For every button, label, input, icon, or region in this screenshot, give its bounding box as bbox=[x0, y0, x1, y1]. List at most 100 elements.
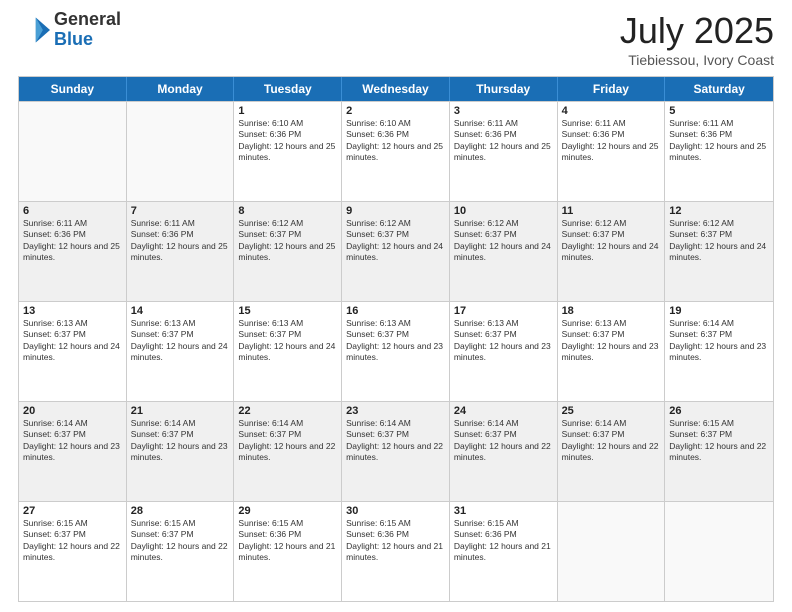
day-cell-4: 4Sunrise: 6:11 AM Sunset: 6:36 PM Daylig… bbox=[558, 102, 666, 201]
day-cell-3: 3Sunrise: 6:11 AM Sunset: 6:36 PM Daylig… bbox=[450, 102, 558, 201]
calendar: SundayMondayTuesdayWednesdayThursdayFrid… bbox=[18, 76, 774, 602]
day-info: Sunrise: 6:11 AM Sunset: 6:36 PM Dayligh… bbox=[131, 218, 230, 264]
logo-general: General bbox=[54, 10, 121, 30]
day-number: 27 bbox=[23, 505, 122, 517]
empty-day-cell bbox=[19, 102, 127, 201]
day-info: Sunrise: 6:12 AM Sunset: 6:37 PM Dayligh… bbox=[562, 218, 661, 264]
day-info: Sunrise: 6:12 AM Sunset: 6:37 PM Dayligh… bbox=[346, 218, 445, 264]
day-info: Sunrise: 6:15 AM Sunset: 6:37 PM Dayligh… bbox=[669, 418, 769, 464]
logo-blue: Blue bbox=[54, 30, 121, 50]
day-cell-28: 28Sunrise: 6:15 AM Sunset: 6:37 PM Dayli… bbox=[127, 502, 235, 601]
day-info: Sunrise: 6:15 AM Sunset: 6:36 PM Dayligh… bbox=[238, 518, 337, 564]
day-info: Sunrise: 6:13 AM Sunset: 6:37 PM Dayligh… bbox=[562, 318, 661, 364]
day-cell-15: 15Sunrise: 6:13 AM Sunset: 6:37 PM Dayli… bbox=[234, 302, 342, 401]
calendar-week-4: 20Sunrise: 6:14 AM Sunset: 6:37 PM Dayli… bbox=[19, 401, 773, 501]
logo-icon bbox=[18, 14, 50, 46]
day-cell-12: 12Sunrise: 6:12 AM Sunset: 6:37 PM Dayli… bbox=[665, 202, 773, 301]
day-info: Sunrise: 6:12 AM Sunset: 6:37 PM Dayligh… bbox=[238, 218, 337, 264]
day-info: Sunrise: 6:14 AM Sunset: 6:37 PM Dayligh… bbox=[346, 418, 445, 464]
day-number: 26 bbox=[669, 405, 769, 417]
day-number: 17 bbox=[454, 305, 553, 317]
day-cell-27: 27Sunrise: 6:15 AM Sunset: 6:37 PM Dayli… bbox=[19, 502, 127, 601]
day-info: Sunrise: 6:14 AM Sunset: 6:37 PM Dayligh… bbox=[562, 418, 661, 464]
header: General Blue July 2025 Tiebiessou, Ivory… bbox=[18, 10, 774, 68]
day-cell-8: 8Sunrise: 6:12 AM Sunset: 6:37 PM Daylig… bbox=[234, 202, 342, 301]
day-number: 22 bbox=[238, 405, 337, 417]
day-number: 3 bbox=[454, 105, 553, 117]
day-cell-18: 18Sunrise: 6:13 AM Sunset: 6:37 PM Dayli… bbox=[558, 302, 666, 401]
day-info: Sunrise: 6:13 AM Sunset: 6:37 PM Dayligh… bbox=[454, 318, 553, 364]
day-info: Sunrise: 6:14 AM Sunset: 6:37 PM Dayligh… bbox=[238, 418, 337, 464]
day-info: Sunrise: 6:15 AM Sunset: 6:36 PM Dayligh… bbox=[346, 518, 445, 564]
day-number: 24 bbox=[454, 405, 553, 417]
day-info: Sunrise: 6:11 AM Sunset: 6:36 PM Dayligh… bbox=[669, 118, 769, 164]
day-number: 29 bbox=[238, 505, 337, 517]
day-cell-29: 29Sunrise: 6:15 AM Sunset: 6:36 PM Dayli… bbox=[234, 502, 342, 601]
calendar-body: 1Sunrise: 6:10 AM Sunset: 6:36 PM Daylig… bbox=[19, 101, 773, 601]
day-info: Sunrise: 6:14 AM Sunset: 6:37 PM Dayligh… bbox=[669, 318, 769, 364]
day-info: Sunrise: 6:14 AM Sunset: 6:37 PM Dayligh… bbox=[23, 418, 122, 464]
day-number: 2 bbox=[346, 105, 445, 117]
day-number: 12 bbox=[669, 205, 769, 217]
weekday-header-sunday: Sunday bbox=[19, 77, 127, 101]
calendar-week-3: 13Sunrise: 6:13 AM Sunset: 6:37 PM Dayli… bbox=[19, 301, 773, 401]
day-info: Sunrise: 6:13 AM Sunset: 6:37 PM Dayligh… bbox=[23, 318, 122, 364]
title-block: July 2025 Tiebiessou, Ivory Coast bbox=[620, 10, 774, 68]
day-number: 19 bbox=[669, 305, 769, 317]
day-info: Sunrise: 6:13 AM Sunset: 6:37 PM Dayligh… bbox=[346, 318, 445, 364]
day-cell-14: 14Sunrise: 6:13 AM Sunset: 6:37 PM Dayli… bbox=[127, 302, 235, 401]
day-info: Sunrise: 6:15 AM Sunset: 6:36 PM Dayligh… bbox=[454, 518, 553, 564]
day-number: 23 bbox=[346, 405, 445, 417]
page: General Blue July 2025 Tiebiessou, Ivory… bbox=[0, 0, 792, 612]
day-cell-24: 24Sunrise: 6:14 AM Sunset: 6:37 PM Dayli… bbox=[450, 402, 558, 501]
day-info: Sunrise: 6:15 AM Sunset: 6:37 PM Dayligh… bbox=[23, 518, 122, 564]
day-number: 20 bbox=[23, 405, 122, 417]
day-number: 8 bbox=[238, 205, 337, 217]
day-number: 1 bbox=[238, 105, 337, 117]
day-cell-1: 1Sunrise: 6:10 AM Sunset: 6:36 PM Daylig… bbox=[234, 102, 342, 201]
day-cell-16: 16Sunrise: 6:13 AM Sunset: 6:37 PM Dayli… bbox=[342, 302, 450, 401]
weekday-header-saturday: Saturday bbox=[665, 77, 773, 101]
logo-text: General Blue bbox=[54, 10, 121, 50]
day-info: Sunrise: 6:14 AM Sunset: 6:37 PM Dayligh… bbox=[454, 418, 553, 464]
calendar-week-2: 6Sunrise: 6:11 AM Sunset: 6:36 PM Daylig… bbox=[19, 201, 773, 301]
day-number: 7 bbox=[131, 205, 230, 217]
weekday-header-thursday: Thursday bbox=[450, 77, 558, 101]
day-cell-17: 17Sunrise: 6:13 AM Sunset: 6:37 PM Dayli… bbox=[450, 302, 558, 401]
day-cell-30: 30Sunrise: 6:15 AM Sunset: 6:36 PM Dayli… bbox=[342, 502, 450, 601]
empty-day-cell bbox=[558, 502, 666, 601]
day-cell-19: 19Sunrise: 6:14 AM Sunset: 6:37 PM Dayli… bbox=[665, 302, 773, 401]
day-info: Sunrise: 6:10 AM Sunset: 6:36 PM Dayligh… bbox=[346, 118, 445, 164]
location-subtitle: Tiebiessou, Ivory Coast bbox=[620, 52, 774, 68]
day-cell-31: 31Sunrise: 6:15 AM Sunset: 6:36 PM Dayli… bbox=[450, 502, 558, 601]
day-number: 31 bbox=[454, 505, 553, 517]
day-info: Sunrise: 6:14 AM Sunset: 6:37 PM Dayligh… bbox=[131, 418, 230, 464]
weekday-header-wednesday: Wednesday bbox=[342, 77, 450, 101]
day-info: Sunrise: 6:12 AM Sunset: 6:37 PM Dayligh… bbox=[669, 218, 769, 264]
day-info: Sunrise: 6:15 AM Sunset: 6:37 PM Dayligh… bbox=[131, 518, 230, 564]
day-cell-13: 13Sunrise: 6:13 AM Sunset: 6:37 PM Dayli… bbox=[19, 302, 127, 401]
day-cell-20: 20Sunrise: 6:14 AM Sunset: 6:37 PM Dayli… bbox=[19, 402, 127, 501]
day-info: Sunrise: 6:12 AM Sunset: 6:37 PM Dayligh… bbox=[454, 218, 553, 264]
day-number: 28 bbox=[131, 505, 230, 517]
empty-day-cell bbox=[665, 502, 773, 601]
day-number: 4 bbox=[562, 105, 661, 117]
day-number: 5 bbox=[669, 105, 769, 117]
day-number: 18 bbox=[562, 305, 661, 317]
empty-day-cell bbox=[127, 102, 235, 201]
day-info: Sunrise: 6:13 AM Sunset: 6:37 PM Dayligh… bbox=[131, 318, 230, 364]
day-number: 21 bbox=[131, 405, 230, 417]
weekday-header-tuesday: Tuesday bbox=[234, 77, 342, 101]
day-number: 15 bbox=[238, 305, 337, 317]
calendar-week-5: 27Sunrise: 6:15 AM Sunset: 6:37 PM Dayli… bbox=[19, 501, 773, 601]
day-number: 14 bbox=[131, 305, 230, 317]
day-cell-2: 2Sunrise: 6:10 AM Sunset: 6:36 PM Daylig… bbox=[342, 102, 450, 201]
day-info: Sunrise: 6:11 AM Sunset: 6:36 PM Dayligh… bbox=[562, 118, 661, 164]
day-number: 10 bbox=[454, 205, 553, 217]
day-number: 9 bbox=[346, 205, 445, 217]
day-number: 13 bbox=[23, 305, 122, 317]
day-cell-26: 26Sunrise: 6:15 AM Sunset: 6:37 PM Dayli… bbox=[665, 402, 773, 501]
day-info: Sunrise: 6:10 AM Sunset: 6:36 PM Dayligh… bbox=[238, 118, 337, 164]
calendar-week-1: 1Sunrise: 6:10 AM Sunset: 6:36 PM Daylig… bbox=[19, 101, 773, 201]
day-cell-23: 23Sunrise: 6:14 AM Sunset: 6:37 PM Dayli… bbox=[342, 402, 450, 501]
